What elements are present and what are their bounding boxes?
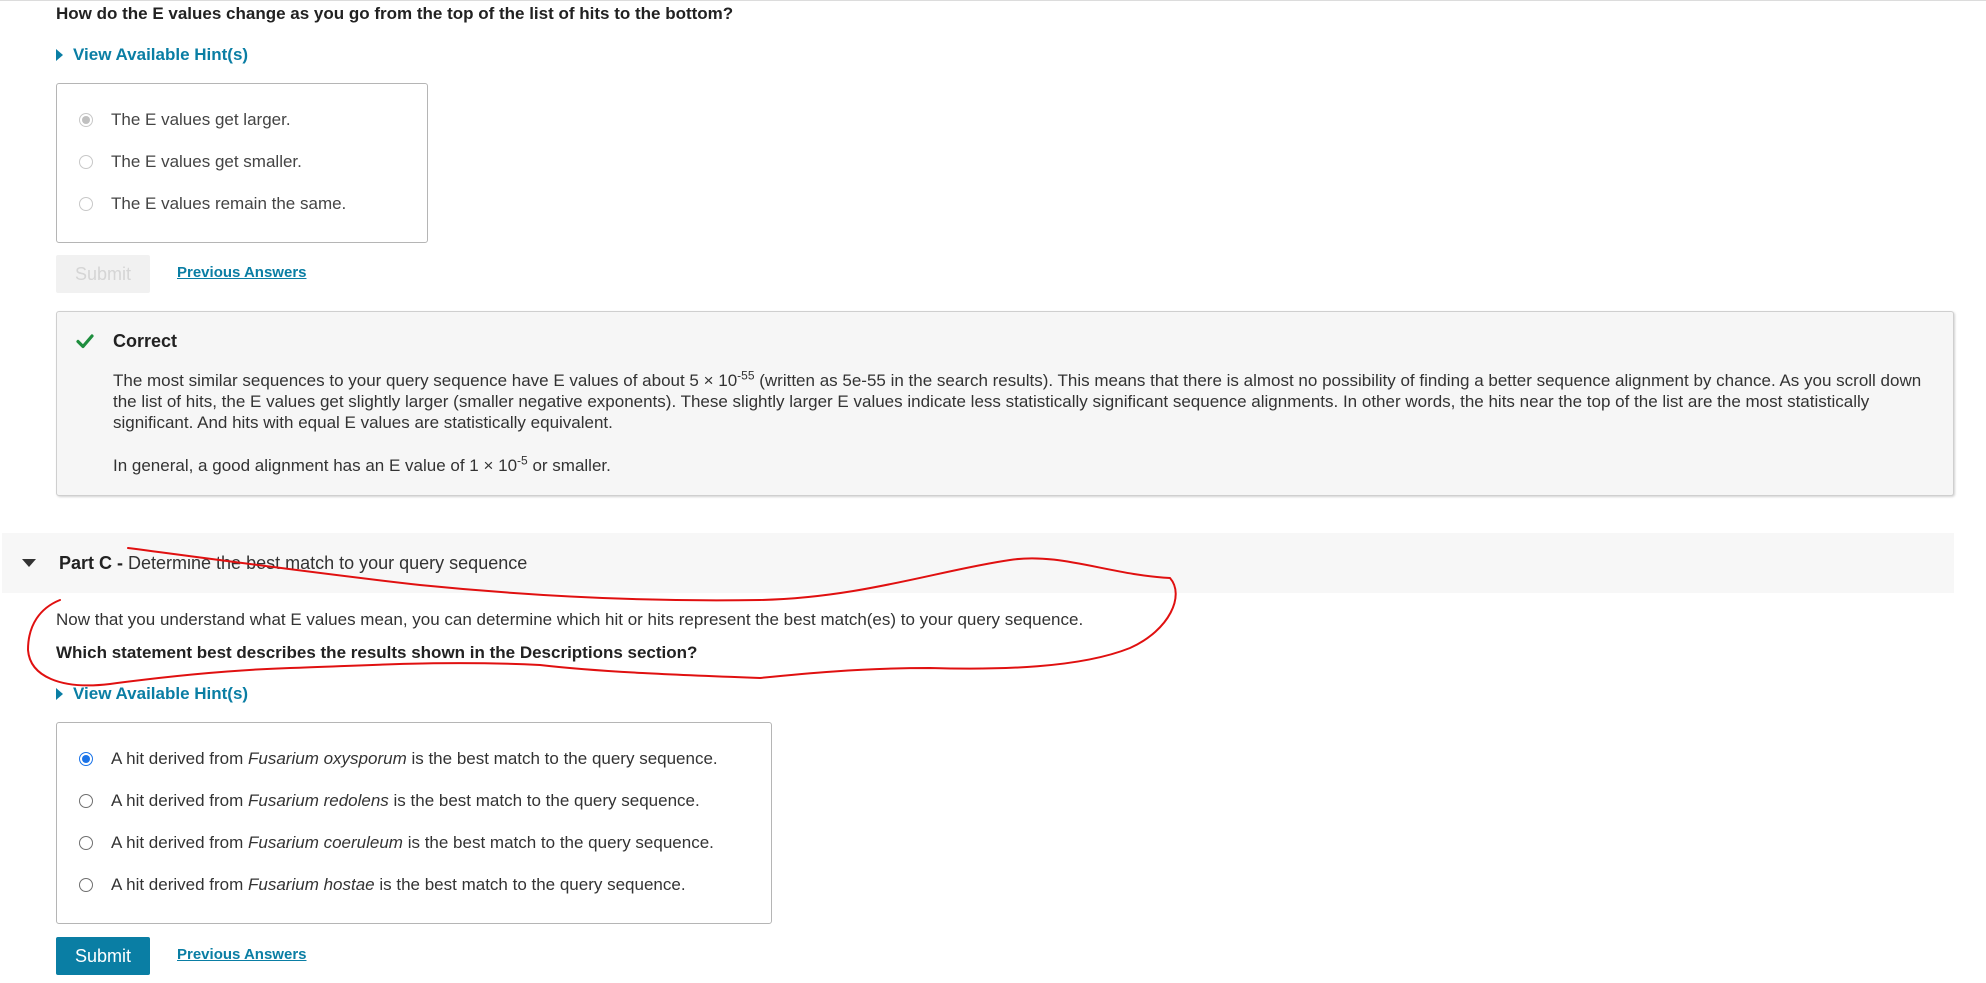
partb-option-1[interactable]: The E values get larger. <box>79 110 291 130</box>
partc-hint-toggle[interactable]: View Available Hint(s) <box>56 684 248 704</box>
feedback-paragraph-1: The most similar sequences to your query… <box>113 368 1922 432</box>
radio-button[interactable] <box>79 752 93 766</box>
radio-button[interactable] <box>79 794 93 808</box>
radio-button[interactable] <box>79 113 93 127</box>
partb-option-2[interactable]: The E values get smaller. <box>79 152 302 172</box>
partb-previous-answers-link[interactable]: Previous Answers <box>177 264 307 281</box>
partb-option-3[interactable]: The E values remain the same. <box>79 194 346 214</box>
partc-title: Part C - Determine the best match to you… <box>59 553 528 573</box>
option-label: The E values remain the same. <box>111 194 347 213</box>
hint-label: View Available Hint(s) <box>73 45 249 64</box>
partb-question: How do the E values change as you go fro… <box>56 4 734 23</box>
partc-choices: A hit derived from Fusarium oxysporum is… <box>56 722 772 924</box>
radio-button[interactable] <box>79 878 93 892</box>
hint-triangle-icon <box>56 688 63 700</box>
hint-label: View Available Hint(s) <box>73 684 249 703</box>
partc-previous-answers-link[interactable]: Previous Answers <box>177 946 307 963</box>
check-icon <box>76 334 94 349</box>
partc-submit-button[interactable]: Submit <box>56 937 150 975</box>
partc-option-1[interactable]: A hit derived from Fusarium oxysporum is… <box>79 749 718 769</box>
option-label: The E values get smaller. <box>111 152 302 171</box>
top-divider <box>0 0 1986 1</box>
partc-intro: Now that you understand what E values me… <box>56 610 1084 629</box>
partc-option-4[interactable]: A hit derived from Fusarium hostae is th… <box>79 875 686 895</box>
feedback-paragraph-2: In general, a good alignment has an E va… <box>113 453 611 475</box>
feedback-status: Correct <box>113 331 178 351</box>
partc-header[interactable]: Part C - Determine the best match to you… <box>2 533 1954 593</box>
partc-option-3[interactable]: A hit derived from Fusarium coeruleum is… <box>79 833 714 853</box>
radio-button[interactable] <box>79 836 93 850</box>
partb-hint-toggle[interactable]: View Available Hint(s) <box>56 45 248 65</box>
option-label: The E values get larger. <box>111 110 291 129</box>
hint-triangle-icon <box>56 49 63 61</box>
partb-feedback-panel: Correct The most similar sequences to yo… <box>56 311 1954 496</box>
radio-button[interactable] <box>79 155 93 169</box>
option-label: A hit derived from Fusarium hostae is th… <box>111 875 686 894</box>
caret-down-icon[interactable] <box>22 559 36 567</box>
partb-submit-button[interactable]: Submit <box>56 255 150 293</box>
option-label: A hit derived from Fusarium redolens is … <box>111 791 700 810</box>
partb-choices: The E values get larger. The E values ge… <box>56 83 428 243</box>
option-label: A hit derived from Fusarium oxysporum is… <box>111 749 718 768</box>
partc-option-2[interactable]: A hit derived from Fusarium redolens is … <box>79 791 700 811</box>
partc-question: Which statement best describes the resul… <box>56 643 698 662</box>
option-label: A hit derived from Fusarium coeruleum is… <box>111 833 714 852</box>
radio-button[interactable] <box>79 197 93 211</box>
